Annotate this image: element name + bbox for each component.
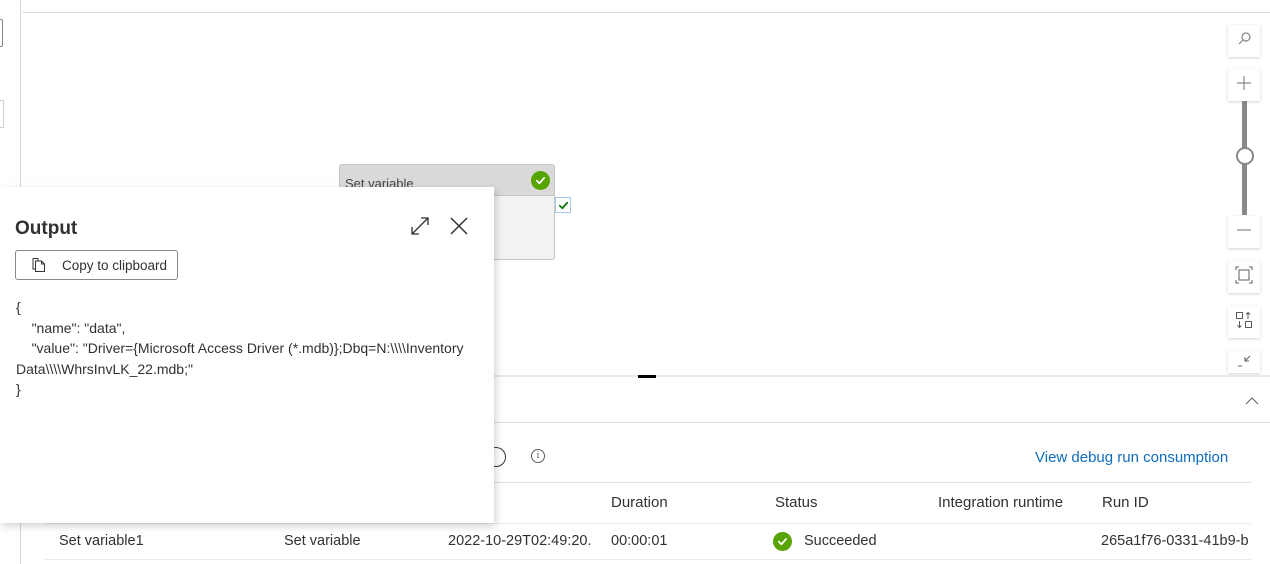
- fit-screen-icon: [1235, 266, 1253, 289]
- bottom-panel-header-divider: [494, 422, 1270, 423]
- chevron-up-icon[interactable]: [1244, 393, 1260, 409]
- collapse-view-button[interactable]: [1228, 351, 1260, 373]
- cell-run-id[interactable]: 265a1f76-0331-41b9-b: [1101, 533, 1249, 549]
- output-panel-title: Output: [15, 218, 78, 239]
- column-header-status[interactable]: Status: [775, 494, 818, 511]
- collapse-arrow-icon: [1235, 351, 1253, 373]
- cell-status: Succeeded: [804, 533, 877, 549]
- copy-to-clipboard-button[interactable]: Copy to clipboard: [15, 250, 178, 280]
- output-json-content: { "name": "data", "value": "Driver={Micr…: [16, 299, 464, 397]
- table-top-divider: [494, 482, 1251, 483]
- cell-run-start: 2022-10-29T02:49:20.: [448, 533, 592, 549]
- header-row-divider: [45, 523, 1251, 524]
- zoom-in-button[interactable]: [1228, 69, 1260, 101]
- minus-icon: [1235, 221, 1253, 244]
- auto-align-button[interactable]: [1228, 306, 1260, 338]
- success-output-port-icon[interactable]: [555, 197, 571, 213]
- panel-splitter[interactable]: [494, 375, 1270, 377]
- left-input-edge[interactable]: [0, 19, 3, 47]
- search-icon: [1235, 30, 1253, 53]
- view-debug-run-consumption-link[interactable]: View debug run consumption: [1035, 449, 1228, 466]
- plus-icon: [1235, 74, 1253, 97]
- column-header-run-id[interactable]: Run ID: [1102, 494, 1149, 511]
- close-icon: [447, 217, 471, 242]
- splitter-grip-handle[interactable]: [638, 375, 656, 378]
- output-panel: Output Copy to clipboard { "name": "data…: [0, 187, 494, 523]
- info-icon[interactable]: i: [531, 449, 545, 463]
- expand-button[interactable]: [408, 214, 432, 238]
- pipeline-debug-view: Set variable i View debug run consumptio…: [0, 0, 1270, 564]
- canvas-search-button[interactable]: [1228, 25, 1260, 57]
- copy-icon: [31, 257, 47, 273]
- left-panel-edge: [0, 100, 4, 128]
- fit-to-screen-button[interactable]: [1228, 261, 1260, 293]
- column-header-integration-runtime[interactable]: Integration runtime: [938, 494, 1063, 511]
- cell-activity-type: Set variable: [284, 533, 361, 549]
- zoom-out-button[interactable]: [1228, 216, 1260, 248]
- success-check-icon: [773, 532, 792, 551]
- success-check-icon: [531, 170, 550, 190]
- expand-icon: [408, 217, 432, 242]
- close-button[interactable]: [447, 214, 471, 238]
- zoom-slider-thumb[interactable]: [1236, 146, 1254, 165]
- cell-activity-name[interactable]: Set variable1: [59, 533, 144, 549]
- cell-duration: 00:00:01: [611, 533, 668, 549]
- copy-to-clipboard-label: Copy to clipboard: [62, 258, 168, 273]
- canvas-divider: [22, 12, 1270, 13]
- auto-align-icon: [1235, 311, 1253, 334]
- row-divider: [45, 559, 1251, 560]
- column-header-duration[interactable]: Duration: [611, 494, 668, 511]
